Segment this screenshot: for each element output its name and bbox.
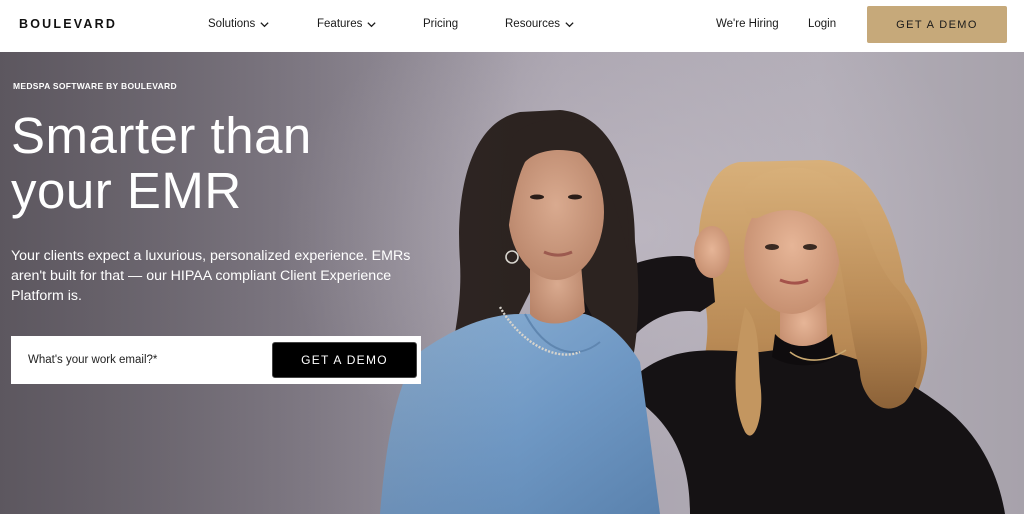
top-nav: BOULEVARD Solutions Features Pricing Res… [0,0,1024,52]
headline-line-2: your EMR [11,162,242,219]
nav-item-solutions[interactable]: Solutions [208,18,270,30]
hero-subcopy: Your clients expect a luxurious, persona… [11,248,411,304]
nav-item-features[interactable]: Features [317,18,377,30]
boulevard-logo[interactable]: BOULEVARD [19,17,117,31]
demo-request-form: GET A DEMO [11,336,421,384]
get-demo-button-nav[interactable]: GET A DEMO [867,6,1007,43]
work-email-input[interactable] [28,345,258,375]
chevron-down-icon [366,19,377,30]
nav-link-login[interactable]: Login [808,18,836,30]
hero-section: MEDSPA SOFTWARE BY BOULEVARD Smarter tha… [0,52,1024,514]
nav-item-resources[interactable]: Resources [505,18,575,30]
hero-headline: Smarter than your EMR [11,108,441,218]
chevron-down-icon [259,19,270,30]
hero-eyebrow: MEDSPA SOFTWARE BY BOULEVARD [13,81,177,91]
chevron-down-icon [564,19,575,30]
nav-item-label: Solutions [208,18,256,30]
nav-item-label: Features [317,18,363,30]
nav-link-hiring[interactable]: We're Hiring [716,18,779,30]
nav-item-label: Resources [505,18,560,30]
headline-line-1: Smarter than [11,107,312,164]
nav-item-label: Pricing [423,18,459,30]
get-demo-button-hero[interactable]: GET A DEMO [272,342,417,378]
nav-item-pricing[interactable]: Pricing [423,18,458,30]
